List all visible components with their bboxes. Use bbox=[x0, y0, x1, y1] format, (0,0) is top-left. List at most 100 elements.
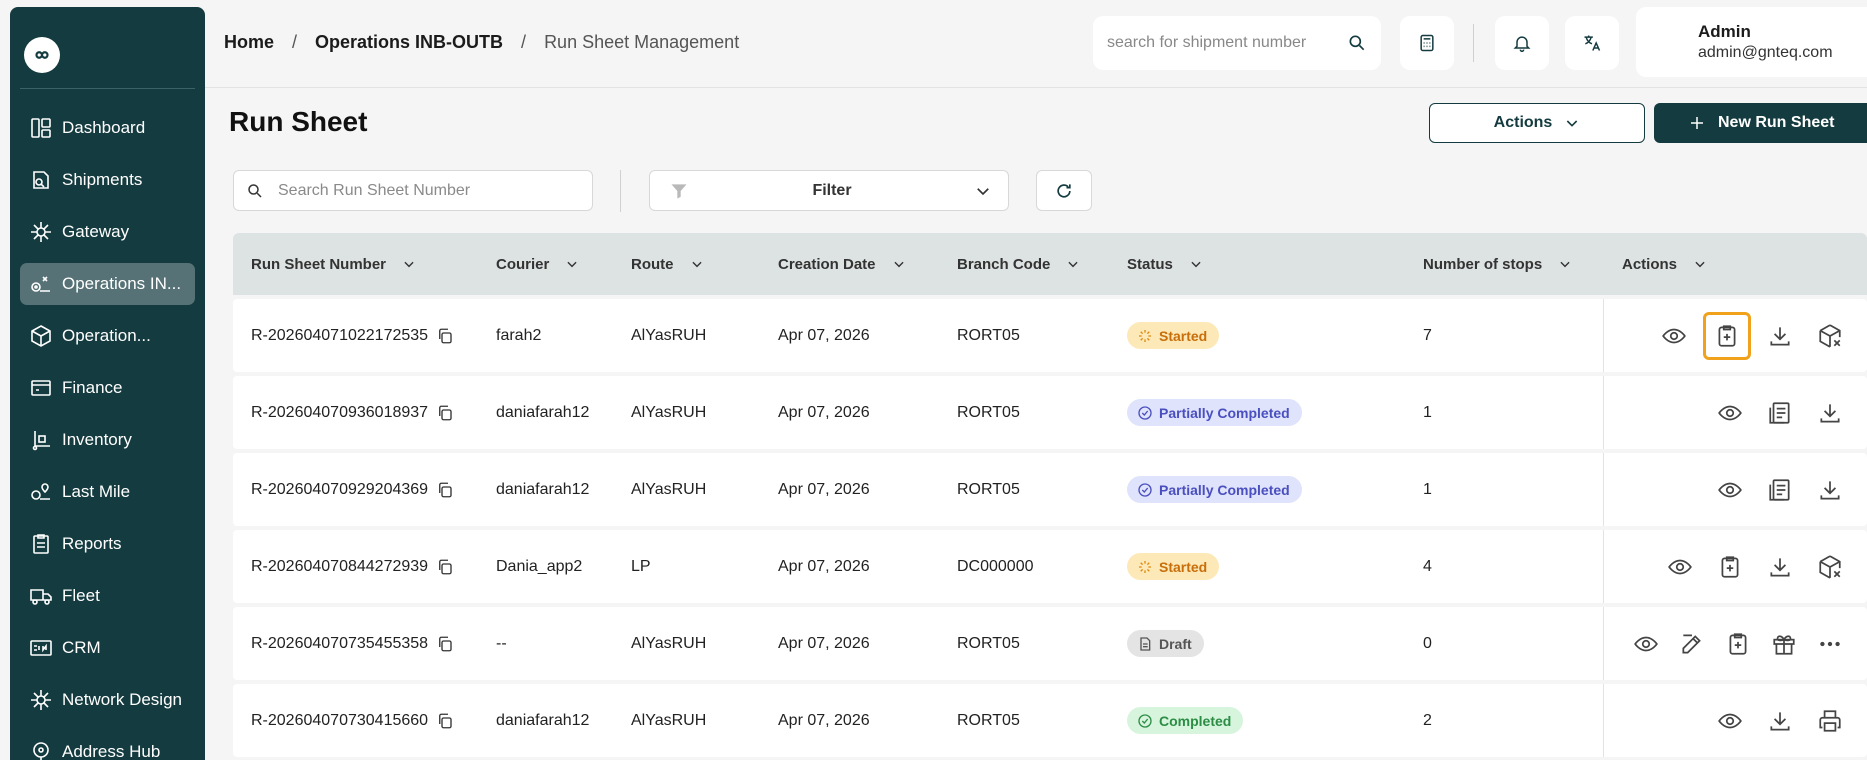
download-icon bbox=[1820, 480, 1840, 500]
download-icon bbox=[1770, 711, 1790, 731]
loading-icon bbox=[1139, 329, 1151, 342]
sidebar-item-crm[interactable]: CRM bbox=[20, 627, 195, 669]
gift-button[interactable] bbox=[1763, 623, 1805, 665]
sidebar-item-dashboard[interactable]: Dashboard bbox=[20, 107, 195, 149]
notifications-button[interactable] bbox=[1495, 16, 1549, 70]
sidebar-item-finance[interactable]: Finance bbox=[20, 367, 195, 409]
chevron-down-icon bbox=[1567, 120, 1578, 127]
shipment-search bbox=[1093, 16, 1381, 70]
copy-icon[interactable] bbox=[436, 712, 454, 730]
route-cell: AlYasRUH bbox=[631, 634, 707, 652]
view-button[interactable] bbox=[1709, 700, 1751, 742]
edit-button[interactable] bbox=[1671, 623, 1713, 665]
shipment-search-input[interactable] bbox=[1107, 34, 1347, 52]
copy-icon[interactable] bbox=[436, 481, 454, 499]
translate-icon bbox=[1584, 35, 1601, 51]
column-creation-date[interactable]: Creation Date bbox=[778, 233, 906, 295]
creation-date-cell: Apr 07, 2026 bbox=[778, 480, 870, 498]
column-label: Run Sheet Number bbox=[251, 255, 387, 273]
run-sheet-number: R-202604071022172535 bbox=[251, 326, 429, 344]
view-button[interactable] bbox=[1709, 469, 1751, 511]
add-to-clipboard-button[interactable] bbox=[1709, 546, 1751, 588]
eye-icon bbox=[1718, 405, 1742, 420]
column-actions[interactable]: Actions bbox=[1622, 233, 1707, 295]
download-button[interactable] bbox=[1809, 469, 1851, 511]
sidebar-item-operations-inb-outb[interactable]: Operations IN... bbox=[20, 263, 195, 305]
chevron-down-icon bbox=[567, 261, 577, 268]
column-number-of-stops[interactable]: Number of stops bbox=[1423, 233, 1572, 295]
sidebar-item-network-design[interactable]: Network Design bbox=[20, 679, 195, 721]
run-sheet-search-input[interactable] bbox=[278, 181, 580, 200]
column-label: Route bbox=[631, 255, 674, 273]
actions-divider bbox=[1603, 607, 1604, 680]
copy-icon[interactable] bbox=[436, 558, 454, 576]
check-circle-icon bbox=[1138, 405, 1152, 420]
loading-icon bbox=[1139, 560, 1151, 573]
cancel-package-button[interactable] bbox=[1809, 315, 1851, 357]
view-button[interactable] bbox=[1709, 392, 1751, 434]
chevron-down-icon bbox=[1191, 261, 1201, 268]
actions-label: Actions bbox=[1493, 114, 1553, 131]
sidebar-item-inventory[interactable]: Inventory bbox=[20, 419, 195, 461]
download-button[interactable] bbox=[1759, 700, 1801, 742]
refresh-button[interactable] bbox=[1036, 170, 1092, 211]
sidebar-item-reports[interactable]: Reports bbox=[20, 523, 195, 565]
filter-dropdown[interactable]: Filter bbox=[649, 170, 1009, 211]
column-courier[interactable]: Courier bbox=[496, 233, 579, 295]
breadcrumb-home[interactable]: Home bbox=[224, 32, 274, 53]
column-status[interactable]: Status bbox=[1127, 233, 1203, 295]
sidebar-item-shipments[interactable]: Shipments bbox=[20, 159, 195, 201]
manifest-button[interactable] bbox=[1759, 392, 1801, 434]
actions-dropdown-button[interactable]: Actions bbox=[1429, 103, 1645, 143]
edit-icon bbox=[1682, 633, 1701, 654]
sidebar-item-label: Operation... bbox=[62, 326, 151, 345]
sidebar-item-label: Dashboard bbox=[62, 118, 146, 137]
cancel-package-button[interactable] bbox=[1809, 546, 1851, 588]
courier-cell: daniafarah12 bbox=[496, 711, 590, 729]
calculator-button[interactable] bbox=[1400, 16, 1454, 70]
manifest-button[interactable] bbox=[1759, 469, 1801, 511]
search-icon[interactable] bbox=[1347, 33, 1367, 53]
column-label: Creation Date bbox=[778, 255, 876, 273]
sidebar-item-gateway[interactable]: Gateway bbox=[20, 211, 195, 253]
language-button[interactable] bbox=[1565, 16, 1619, 70]
copy-icon[interactable] bbox=[436, 404, 454, 422]
print-button[interactable] bbox=[1809, 700, 1851, 742]
new-run-sheet-button[interactable]: New Run Sheet bbox=[1654, 103, 1867, 143]
logo[interactable] bbox=[24, 37, 60, 73]
view-button[interactable] bbox=[1625, 623, 1667, 665]
column-label: Number of stops bbox=[1423, 255, 1543, 273]
copy-icon[interactable] bbox=[436, 327, 454, 345]
download-button[interactable] bbox=[1759, 546, 1801, 588]
more-options-button[interactable] bbox=[1809, 623, 1851, 665]
courier-cell: Dania_app2 bbox=[496, 557, 583, 575]
sidebar-item-last-mile[interactable]: Last Mile bbox=[20, 471, 195, 513]
add-to-clipboard-button[interactable] bbox=[1703, 311, 1751, 360]
sidebar-item-label: Shipments bbox=[62, 170, 143, 189]
column-run-sheet-number[interactable]: Run Sheet Number bbox=[251, 233, 416, 295]
download-button[interactable] bbox=[1809, 392, 1851, 434]
clipboard-plus-icon bbox=[1721, 555, 1739, 578]
breadcrumb-section[interactable]: Operations INB-OUTB bbox=[315, 32, 503, 53]
view-button[interactable] bbox=[1653, 315, 1695, 357]
branch-code-cell: RORT05 bbox=[957, 480, 1020, 498]
column-branch-code[interactable]: Branch Code bbox=[957, 233, 1080, 295]
add-to-clipboard-button[interactable] bbox=[1717, 623, 1759, 665]
column-label: Branch Code bbox=[957, 255, 1051, 273]
download-button[interactable] bbox=[1759, 315, 1801, 357]
user-profile[interactable]: Admin admin@gnteq.com bbox=[1636, 7, 1867, 77]
copy-icon[interactable] bbox=[436, 635, 454, 653]
sidebar-item-label: Last Mile bbox=[62, 482, 131, 501]
sidebar-item-fleet[interactable]: Fleet bbox=[20, 575, 195, 617]
sidebar-item-address-hub[interactable]: Address Hub bbox=[20, 731, 195, 760]
run-sheet-table: Run Sheet Number Courier Route Creation … bbox=[233, 233, 1867, 757]
package-x-icon bbox=[1819, 554, 1841, 579]
column-label: Actions bbox=[1622, 255, 1678, 273]
sidebar-item-operation[interactable]: Operation... bbox=[20, 315, 195, 357]
calculator-icon bbox=[1420, 34, 1434, 52]
column-route[interactable]: Route bbox=[631, 233, 704, 295]
sidebar-item-label: Network Design bbox=[62, 690, 182, 709]
view-button[interactable] bbox=[1659, 546, 1701, 588]
eye-icon bbox=[1718, 482, 1742, 497]
sidebar-item-label: Finance bbox=[62, 378, 123, 397]
